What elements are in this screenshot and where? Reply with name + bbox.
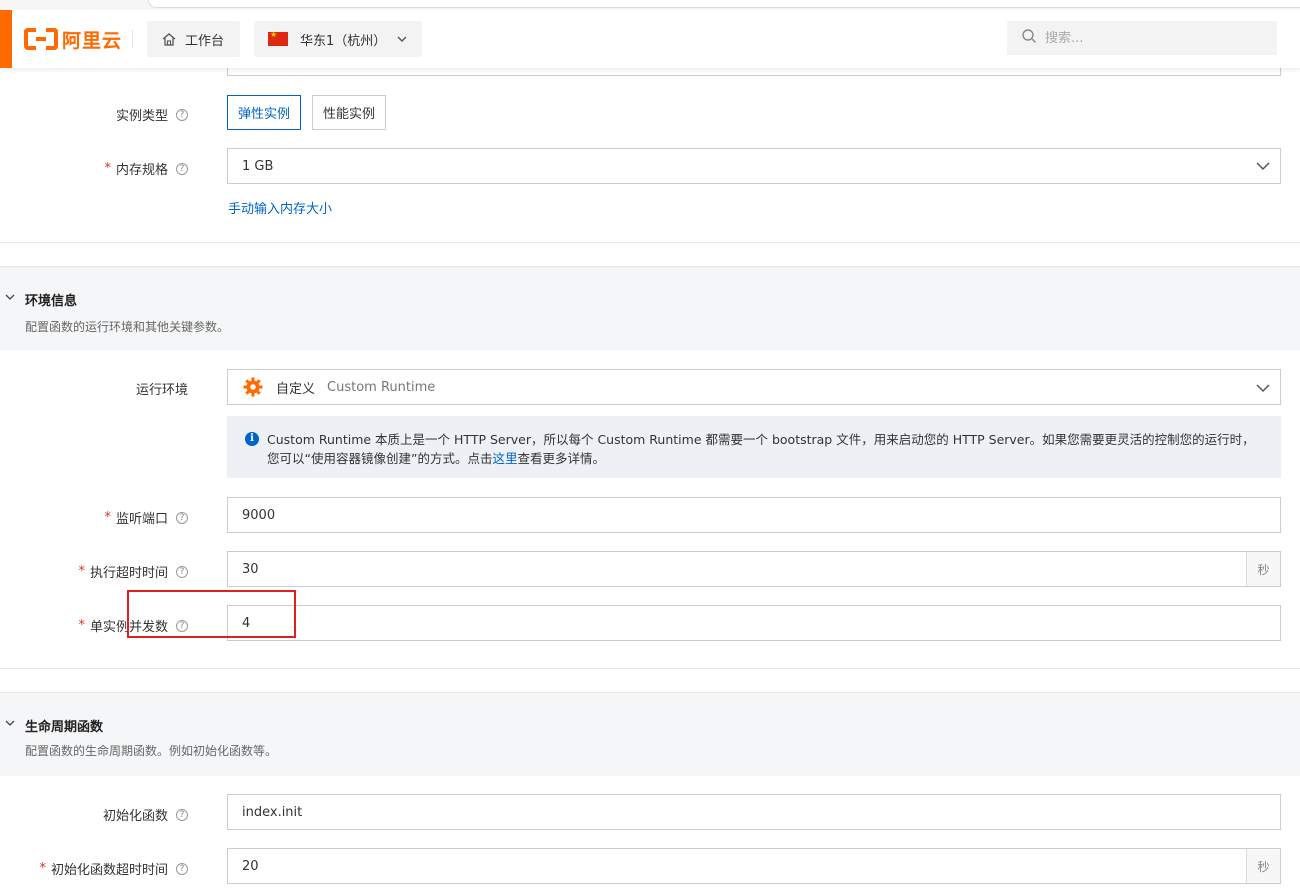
header-divider <box>132 30 133 48</box>
aliyun-logo[interactable]: 阿里云 <box>24 26 122 52</box>
collapse-chevron-icon[interactable] <box>5 717 15 727</box>
info-icon: i <box>245 432 259 446</box>
help-icon[interactable]: ? <box>176 808 188 821</box>
section-title: 生命周期函数 <box>25 720 104 735</box>
help-icon[interactable]: ? <box>176 162 188 175</box>
port-label: * 监听端口 ? <box>104 508 188 527</box>
china-flag-icon <box>268 30 288 46</box>
memory-select[interactable]: 1 GB <box>227 148 1281 184</box>
runtime-value-sub: Custom Runtime <box>327 379 436 395</box>
browser-top-strip <box>0 0 1300 10</box>
logo-text: 阿里云 <box>62 29 123 52</box>
init-function-label: 初始化函数 ? <box>103 805 188 824</box>
env-section-header[interactable]: 环境信息 配置函数的运行环境和其他关键参数。 <box>0 266 1300 350</box>
instance-type-label: 实例类型 ? <box>116 105 188 124</box>
runtime-label: 运行环境 <box>135 383 188 398</box>
gear-icon <box>242 376 264 398</box>
timeout-input[interactable]: 30 秒 <box>227 551 1281 587</box>
search-icon <box>1021 28 1037 48</box>
region-label: 华东1（杭州） <box>299 33 387 49</box>
required-mark: * <box>39 861 46 876</box>
workbench-button[interactable]: 工作台 <box>147 21 240 57</box>
help-icon[interactable]: ? <box>176 108 188 121</box>
elastic-instance-option[interactable]: 弹性实例 <box>227 95 301 130</box>
lifecycle-section-header[interactable]: 生命周期函数 配置函数的生命周期函数。例如初始化函数等。 <box>0 692 1300 776</box>
aliyun-logo-icon <box>24 28 58 50</box>
global-search[interactable] <box>1007 21 1277 55</box>
collapse-chevron-icon[interactable] <box>5 291 15 301</box>
runtime-select[interactable]: 自定义 Custom Runtime <box>227 369 1281 405</box>
section-description: 配置函数的运行环境和其他关键参数。 <box>25 320 230 334</box>
unit-seconds: 秒 <box>1246 552 1280 586</box>
required-mark: * <box>104 510 111 525</box>
section-description: 配置函数的生命周期函数。例如初始化函数等。 <box>25 744 278 758</box>
port-input[interactable]: 9000 <box>227 497 1281 533</box>
search-input[interactable] <box>1045 30 1245 46</box>
divider <box>0 668 1300 669</box>
init-function-input[interactable]: index.init <box>227 794 1281 830</box>
timeout-label: * 执行超时时间 ? <box>78 562 188 581</box>
sidebar-toggle[interactable] <box>0 10 12 68</box>
chevron-down-icon <box>396 33 408 45</box>
runtime-info-notice: i Custom Runtime 本质上是一个 HTTP Server，所以每个… <box>227 416 1281 478</box>
required-mark: * <box>78 618 85 633</box>
help-icon[interactable]: ? <box>176 862 188 875</box>
divider <box>0 242 1300 243</box>
runtime-value-main: 自定义 <box>276 381 316 397</box>
more-details-link[interactable]: 这里 <box>492 451 517 466</box>
required-mark: * <box>78 564 85 579</box>
help-icon[interactable]: ? <box>176 565 188 578</box>
required-mark: * <box>104 161 111 176</box>
performance-instance-option[interactable]: 性能实例 <box>312 95 386 130</box>
init-timeout-label: * 初始化函数超时时间 ? <box>39 859 188 878</box>
chevron-down-icon <box>1256 381 1270 395</box>
workbench-label: 工作台 <box>185 33 225 49</box>
unit-seconds: 秒 <box>1246 849 1280 883</box>
section-title: 环境信息 <box>25 294 78 309</box>
annotation-highlight-box <box>127 590 296 638</box>
manual-memory-link[interactable]: 手动输入内存大小 <box>228 198 332 217</box>
top-navbar: 阿里云 工作台 华东1（杭州） <box>0 10 1300 68</box>
region-selector[interactable]: 华东1（杭州） <box>254 21 422 57</box>
memory-spec-label: * 内存规格 ? <box>104 159 188 178</box>
concurrency-input[interactable]: 4 <box>227 605 1281 641</box>
home-icon <box>161 32 177 46</box>
browser-tab-edge <box>148 0 1300 8</box>
chevron-down-icon <box>1256 159 1270 173</box>
init-timeout-input[interactable]: 20 秒 <box>227 848 1281 884</box>
help-icon[interactable]: ? <box>176 511 188 524</box>
